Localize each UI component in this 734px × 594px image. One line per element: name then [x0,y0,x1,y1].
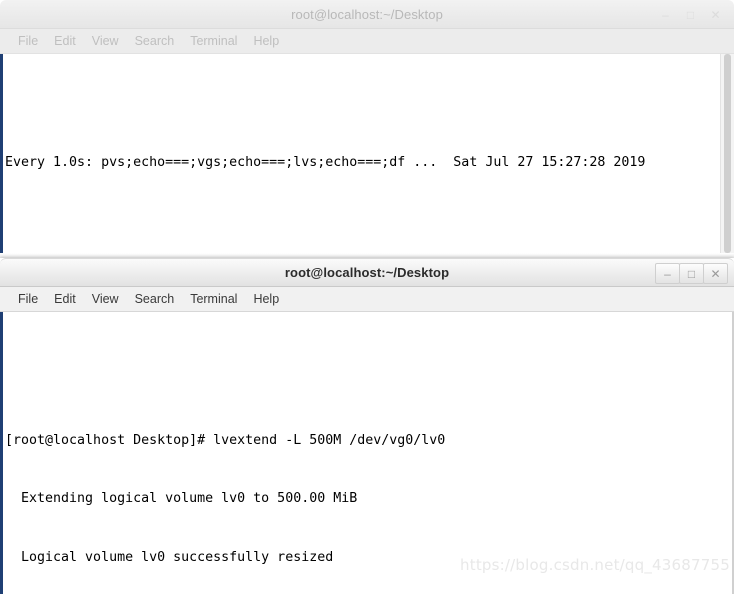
menu-item-edit[interactable]: Edit [46,290,84,308]
window-controls-shell: – □ ✕ [655,259,728,288]
terminal-output-watch[interactable]: Every 1.0s: pvs;echo===;vgs;echo===;lvs;… [0,54,734,253]
terminal-window-shell[interactable]: root@localhost:~/Desktop – □ ✕ File Edit… [0,258,734,594]
menu-item-edit[interactable]: Edit [46,32,84,50]
terminal-line: PV VG Fmt Attr PSize PFree [5,251,718,254]
menu-item-search[interactable]: Search [127,290,183,308]
terminal-output-shell[interactable]: [root@localhost Desktop]# lvextend -L 50… [0,312,734,594]
titlebar-watch[interactable]: root@localhost:~/Desktop – □ ✕ [0,0,734,29]
terminal-line: Logical volume lv0 successfully resized [5,550,334,566]
menu-item-help[interactable]: Help [245,32,287,50]
menu-item-help[interactable]: Help [245,290,287,308]
window-title-shell: root@localhost:~/Desktop [284,265,450,280]
close-icon[interactable]: ✕ [703,4,728,25]
scrollbar-thumb[interactable] [724,54,731,253]
window-left-edge [0,54,3,253]
menu-item-search[interactable]: Search [127,32,183,50]
menu-item-view[interactable]: View [84,290,127,308]
menu-item-view[interactable]: View [84,32,127,50]
menubar-shell: File Edit View Search Terminal Help [0,287,734,312]
close-icon[interactable]: ✕ [703,263,728,284]
window-title-watch: root@localhost:~/Desktop [291,6,443,22]
menu-item-terminal[interactable]: Terminal [182,290,245,308]
terminal-line: Extending logical volume lv0 to 500.00 M… [5,491,358,507]
menu-item-file[interactable]: File [10,290,46,308]
menubar-watch: File Edit View Search Terminal Help [0,29,734,54]
window-controls-watch: – □ ✕ [653,0,728,29]
vertical-scrollbar-watch[interactable] [720,54,734,253]
minimize-icon[interactable]: – [655,263,680,284]
menu-item-file[interactable]: File [10,32,46,50]
menu-item-terminal[interactable]: Terminal [182,32,245,50]
maximize-icon[interactable]: □ [679,263,704,284]
terminal-window-watch[interactable]: root@localhost:~/Desktop – □ ✕ File Edit… [0,0,734,262]
titlebar-shell[interactable]: root@localhost:~/Desktop – □ ✕ [0,258,734,287]
minimize-icon[interactable]: – [653,4,678,25]
terminal-line: [root@localhost Desktop]# lvextend -L 50… [5,432,446,448]
window-left-edge [0,312,3,594]
maximize-icon[interactable]: □ [678,4,703,25]
terminal-line: Every 1.0s: pvs;echo===;vgs;echo===;lvs;… [5,154,646,170]
